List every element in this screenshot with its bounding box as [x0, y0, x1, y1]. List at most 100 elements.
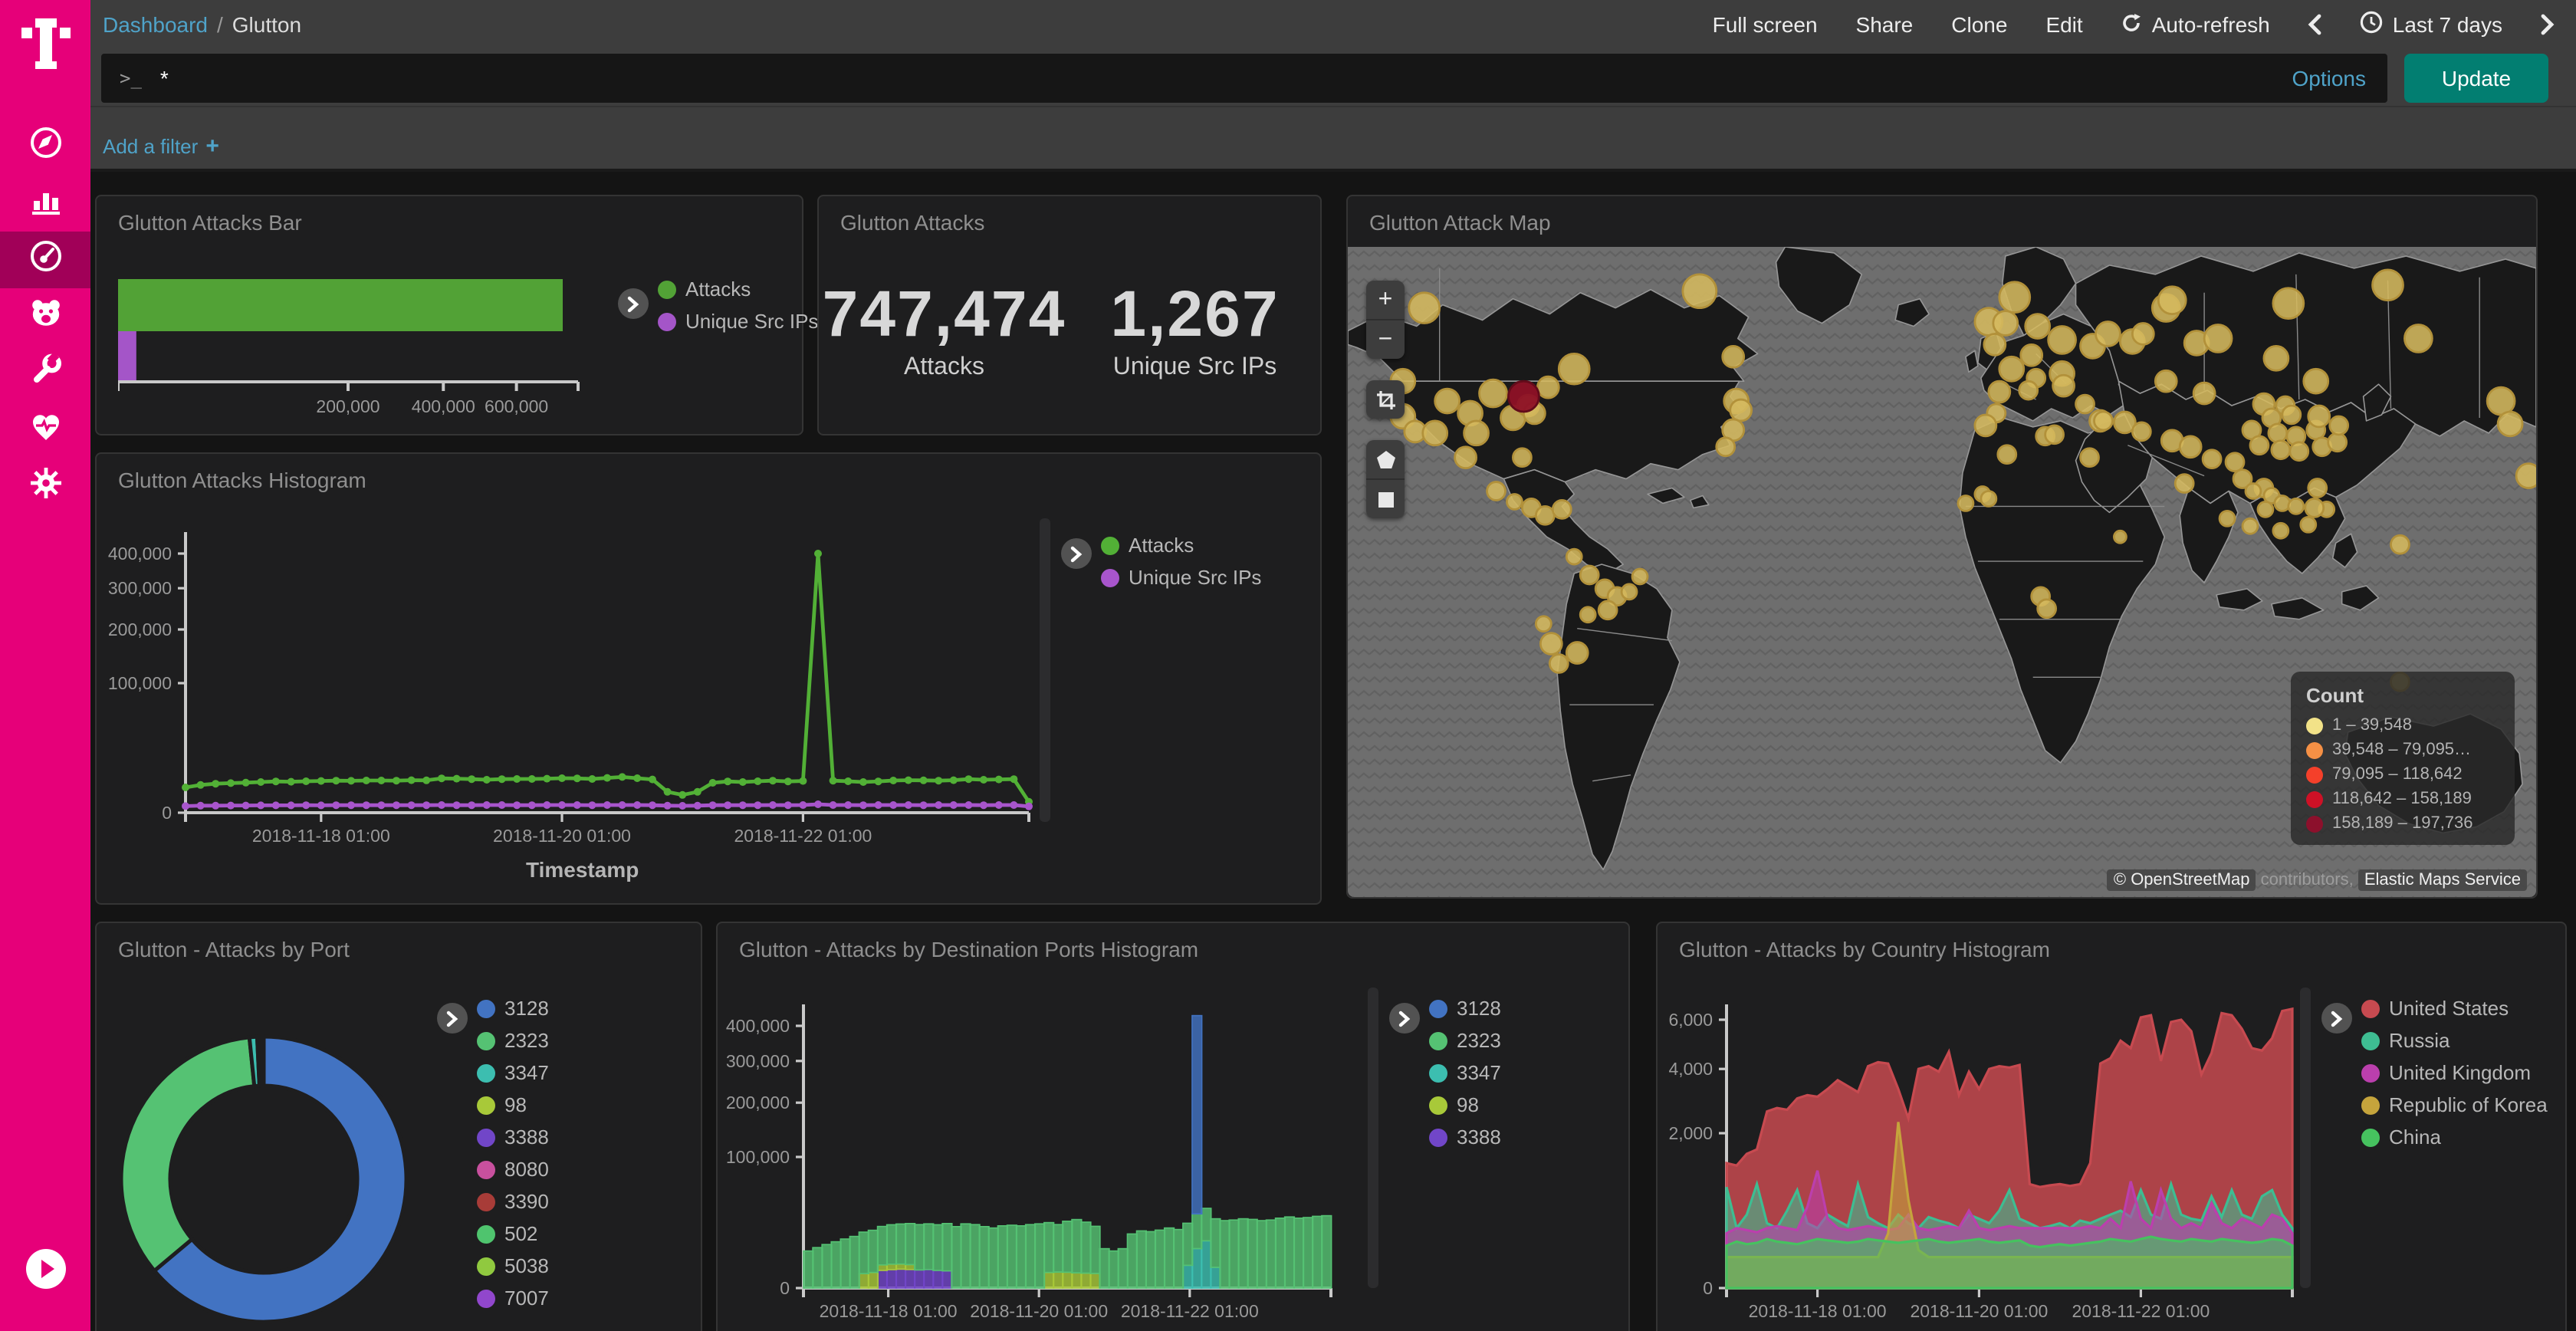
- time-forward-button[interactable]: [2541, 14, 2555, 35]
- map-draw-rect-button[interactable]: [1366, 478, 1405, 518]
- legend-item[interactable]: United States: [2361, 997, 2548, 1020]
- sidebar-item-dashboard[interactable]: [0, 232, 90, 288]
- map-draw-polygon-button[interactable]: [1366, 440, 1405, 478]
- compass-icon: [27, 124, 64, 169]
- legend-item[interactable]: Attacks: [1101, 534, 1261, 557]
- panel-dest-ports-histogram: Glutton - Attacks by Destination Ports H…: [716, 922, 1630, 1331]
- attacks-histogram-chart[interactable]: 400,000300,000200,000100,00002018-11-18 …: [97, 504, 1109, 899]
- legend-item[interactable]: 5038: [477, 1254, 549, 1277]
- country-legend: United States Russia United Kingdom Republi…: [2361, 997, 2548, 1149]
- svg-text:2018-11-18 01:00: 2018-11-18 01:00: [820, 1301, 958, 1321]
- svg-text:6,000: 6,000: [1668, 1010, 1713, 1030]
- breadcrumb-dashboard-link[interactable]: Dashboard: [103, 12, 208, 37]
- legend-item[interactable]: Republic of Korea: [2361, 1093, 2548, 1116]
- legend-item[interactable]: 2323: [1429, 1029, 1501, 1052]
- wrench-icon: [27, 351, 64, 396]
- edit-button[interactable]: Edit: [2045, 12, 2082, 37]
- legend-item[interactable]: Attacks: [658, 278, 818, 301]
- svg-text:2018-11-18 01:00: 2018-11-18 01:00: [1749, 1301, 1887, 1321]
- attacks-bar-chart[interactable]: 200,000400,000600,000: [118, 264, 639, 443]
- plus-icon: +: [205, 133, 219, 159]
- svg-text:300,000: 300,000: [726, 1051, 790, 1071]
- sidebar-item-discover[interactable]: [0, 118, 90, 175]
- legend-dot: [477, 1031, 495, 1050]
- panel-title: Glutton Attacks Bar: [97, 196, 802, 235]
- sidebar: [0, 0, 90, 1331]
- map-zoom-in-button[interactable]: +: [1366, 281, 1405, 319]
- legend-item[interactable]: 3347: [477, 1061, 549, 1084]
- legend-dot: [477, 1160, 495, 1178]
- country-histogram-chart[interactable]: 6,0004,0002,00002018-11-18 01:002018-11-…: [1658, 974, 2378, 1331]
- legend-item[interactable]: 8080: [477, 1158, 549, 1181]
- legend-item[interactable]: United Kingdom: [2361, 1061, 2548, 1084]
- legend-dot: [477, 1224, 495, 1243]
- legend-item[interactable]: 98: [1429, 1093, 1501, 1116]
- map-zoom-out-button[interactable]: −: [1366, 319, 1405, 359]
- svg-text:2018-11-20 01:00: 2018-11-20 01:00: [1910, 1301, 2048, 1321]
- legend-scrollbar[interactable]: [1368, 988, 1378, 1288]
- osm-attribution[interactable]: © OpenStreetMap: [2108, 869, 2256, 891]
- sidebar-item-visualize[interactable]: [0, 175, 90, 232]
- legend-item[interactable]: 3390: [477, 1190, 549, 1213]
- legend-item[interactable]: Unique Src IPs: [658, 310, 818, 333]
- clone-button[interactable]: Clone: [1951, 12, 2007, 37]
- auto-refresh-button[interactable]: Auto-refresh: [2121, 12, 2270, 38]
- add-filter-link[interactable]: Add a filter+: [90, 133, 219, 159]
- attack-map[interactable]: + − Count: [1348, 247, 2536, 897]
- legend-item[interactable]: 3347: [1429, 1061, 1501, 1084]
- legend-item[interactable]: Unique Src IPs: [1101, 566, 1261, 589]
- query-input[interactable]: [157, 64, 2292, 91]
- svg-text:600,000: 600,000: [485, 396, 548, 416]
- bear-face-icon: [27, 294, 64, 339]
- legend-toggle-chevron[interactable]: [1061, 538, 1092, 569]
- svg-text:200,000: 200,000: [726, 1093, 790, 1112]
- legend-item[interactable]: 7007: [477, 1287, 549, 1310]
- legend-item[interactable]: 3128: [477, 997, 549, 1020]
- dest-ports-histogram-chart[interactable]: 400,000300,000200,000100,00002018-11-18 …: [718, 974, 1438, 1331]
- legend-item[interactable]: 3388: [1429, 1126, 1501, 1149]
- legend-dot: [477, 1257, 495, 1275]
- legend-scrollbar[interactable]: [1040, 518, 1050, 822]
- kibana-dashboard: Dashboard / Glutton Full screen Share Cl…: [0, 0, 2576, 1331]
- legend-item[interactable]: 3128: [1429, 997, 1501, 1020]
- query-options-link[interactable]: Options: [2292, 65, 2388, 90]
- svg-text:2018-11-22 01:00: 2018-11-22 01:00: [1121, 1301, 1259, 1321]
- sidebar-item-glutton[interactable]: [0, 288, 90, 345]
- legend-item[interactable]: 2323: [477, 1029, 549, 1052]
- time-back-button[interactable]: [2308, 14, 2322, 35]
- elastic-maps-attribution[interactable]: Elastic Maps Service: [2358, 869, 2527, 891]
- legend-item[interactable]: Russia: [2361, 1029, 2548, 1052]
- share-button[interactable]: Share: [1856, 12, 1914, 37]
- update-button[interactable]: Update: [2404, 53, 2548, 102]
- fullscreen-button[interactable]: Full screen: [1713, 12, 1818, 37]
- panel-title: Glutton Attacks Histogram: [97, 454, 1320, 492]
- map-fit-bounds-button[interactable]: [1366, 380, 1405, 419]
- attacks-by-port-donut[interactable]: [97, 923, 704, 1331]
- panel-attacks-bar: Glutton Attacks Bar 200,000400,000600,00…: [95, 195, 803, 435]
- legend-toggle-chevron[interactable]: [618, 288, 649, 319]
- sidebar-item-monitoring[interactable]: [0, 402, 90, 458]
- legend-toggle-chevron[interactable]: [2321, 1003, 2352, 1034]
- legend-item[interactable]: China: [2361, 1126, 2548, 1149]
- legend-toggle-chevron[interactable]: [1389, 1003, 1420, 1034]
- legend-item[interactable]: 502: [477, 1222, 549, 1245]
- legend-scrollbar[interactable]: [2300, 988, 2311, 1288]
- sidebar-item-management[interactable]: [0, 458, 90, 515]
- time-picker-button[interactable]: Last 7 days: [2361, 11, 2502, 38]
- attacks-bar-legend: Attacks Unique Src IPs: [658, 278, 818, 333]
- sidebar-expand-button[interactable]: [25, 1248, 66, 1297]
- svg-text:2,000: 2,000: [1668, 1123, 1713, 1143]
- x-axis-title: Timestamp: [526, 857, 639, 882]
- attacks-by-port-legend: 3128 2323 3347 98 3388 8080 3390 502 5038 7007: [477, 997, 549, 1310]
- map-legend-item: 39,548 – 79,095…: [2306, 741, 2499, 759]
- sidebar-item-devtools[interactable]: [0, 345, 90, 402]
- legend-item[interactable]: 98: [477, 1093, 549, 1116]
- map-legend-item: 79,095 – 118,642: [2306, 765, 2499, 784]
- legend-dot: [2361, 1096, 2380, 1114]
- map-controls: + −: [1366, 281, 1405, 518]
- clock-icon: [2361, 11, 2384, 38]
- map-legend-item: 158,189 – 197,736: [2306, 814, 2499, 833]
- legend-item[interactable]: 3388: [477, 1126, 549, 1149]
- query-bar: >_ Options Update: [90, 49, 2576, 106]
- legend-toggle-chevron[interactable]: [437, 1003, 468, 1034]
